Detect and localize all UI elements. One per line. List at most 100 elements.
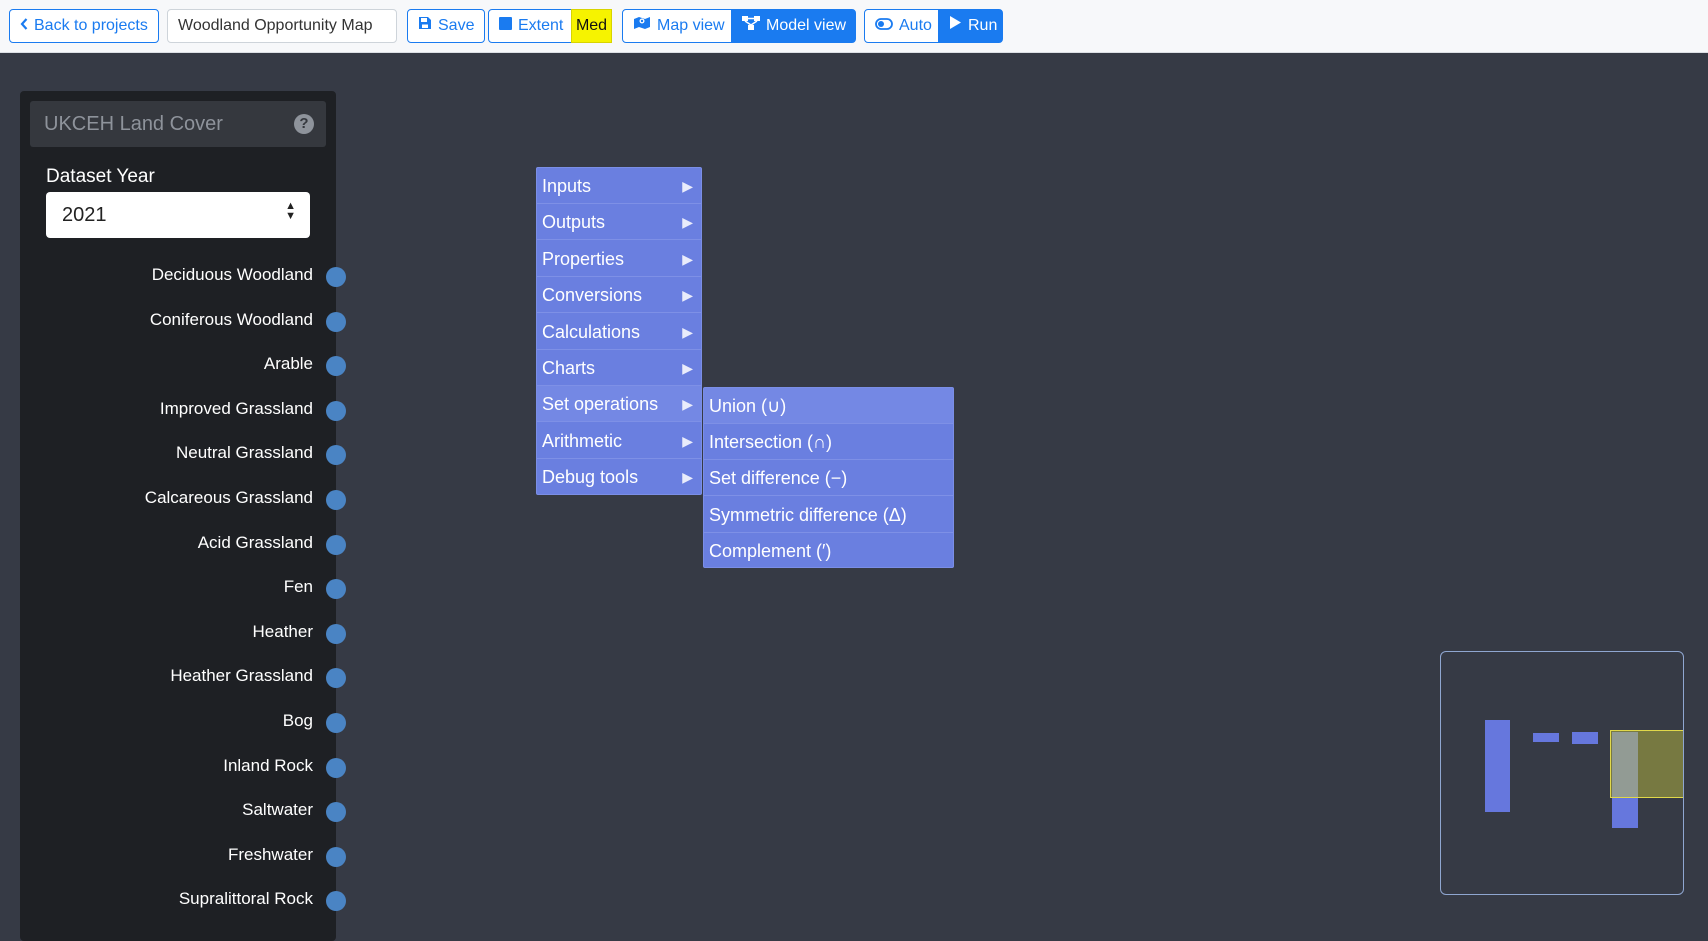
menu-item[interactable]: Charts ▶ <box>537 350 701 386</box>
submenu-item[interactable]: Union (∪) <box>704 388 953 424</box>
output-row: Deciduous Woodland <box>20 263 346 289</box>
save-label: Save <box>438 17 475 34</box>
menu-item[interactable]: Calculations ▶ <box>537 314 701 350</box>
save-button[interactable]: Save <box>407 9 486 43</box>
menu-item[interactable]: Set operations ▶ <box>537 386 701 423</box>
help-icon[interactable]: ? <box>294 114 314 134</box>
project-title-input[interactable] <box>167 9 397 43</box>
menu-item-label: Debug tools <box>542 467 639 488</box>
menu-item[interactable]: Arithmetic ▶ <box>537 423 701 459</box>
output-label: Bog <box>282 711 313 730</box>
submenu-arrow-icon: ▶ <box>682 250 693 267</box>
map-icon <box>633 10 651 42</box>
submenu-item-label: Symmetric difference (Δ) <box>709 504 907 525</box>
toolbar: Back to projects Save Extent Med Map vie… <box>0 0 1708 53</box>
output-row: Calcareous Grassland <box>20 486 346 512</box>
output-socket[interactable] <box>326 802 346 823</box>
dataset-year-label: Dataset Year <box>46 166 155 187</box>
output-label: Coniferous Woodland <box>149 309 313 329</box>
model-view-button[interactable]: Model view <box>731 9 856 43</box>
dataset-year-value: 2021 <box>62 204 107 226</box>
menu-item-label: Properties <box>542 248 625 269</box>
menu-item-label: Outputs <box>542 212 606 233</box>
submenu-arrow-icon: ▶ <box>682 432 693 449</box>
menu-item-label: Arithmetic <box>542 430 623 451</box>
dataset-year-select[interactable]: 2021 ▲ ▼ <box>46 192 310 238</box>
output-label: Supralittoral Rock <box>178 889 313 909</box>
back-to-projects-button[interactable]: Back to projects <box>9 9 159 43</box>
node-title: UKCEH Land Cover <box>44 113 223 135</box>
submenu-item[interactable]: Intersection (∩) <box>704 424 953 461</box>
menu-item-label: Inputs <box>542 176 592 196</box>
output-label: Saltwater <box>242 800 313 820</box>
output-socket[interactable] <box>326 534 346 555</box>
output-row: Inland Rock <box>20 754 346 780</box>
output-socket[interactable] <box>326 891 346 912</box>
menu-item-label: Calculations <box>542 321 641 342</box>
output-socket[interactable] <box>326 445 346 466</box>
menu-item[interactable]: Outputs ▶ <box>537 204 701 241</box>
output-row: Neutral Grassland <box>20 441 346 467</box>
menu-item[interactable]: Inputs ▶ <box>537 168 701 204</box>
output-label: Heather <box>252 621 313 641</box>
submenu-item-label: Union (∪) <box>709 396 787 416</box>
output-row: Bog <box>20 709 346 735</box>
submenu-item[interactable]: Complement (′) <box>704 533 953 569</box>
output-row: Fen <box>20 575 346 601</box>
submenu-arrow-icon: ▶ <box>682 178 693 194</box>
output-row: Saltwater <box>20 798 346 824</box>
land-cover-node[interactable]: UKCEH Land Cover ? Dataset Year 2021 ▲ ▼ … <box>20 91 346 941</box>
back-to-projects-label: Back to projects <box>34 17 148 34</box>
output-row: Supralittoral Rock <box>20 887 346 913</box>
extent-button[interactable]: Extent <box>488 9 572 43</box>
toggle-icon <box>875 10 893 42</box>
output-label: Arable <box>263 354 313 374</box>
output-socket[interactable] <box>326 267 346 287</box>
output-socket[interactable] <box>326 713 346 733</box>
output-socket[interactable] <box>326 311 346 332</box>
output-row: Arable <box>20 352 346 378</box>
auto-label: Auto <box>899 17 932 34</box>
resolution-badge[interactable]: Med <box>571 9 612 43</box>
menu-item[interactable]: Conversions ▶ <box>537 277 701 314</box>
output-row: Coniferous Woodland <box>20 308 346 334</box>
output-label: Calcareous Grassland <box>144 488 313 507</box>
output-label: Freshwater <box>227 844 313 864</box>
output-label: Deciduous Woodland <box>151 265 313 284</box>
submenu-arrow-icon: ▶ <box>682 469 693 486</box>
output-label: Improved Grassland <box>159 398 313 418</box>
submenu-item[interactable]: Symmetric difference (Δ) <box>704 497 953 533</box>
menu-item[interactable]: Properties ▶ <box>537 241 701 277</box>
output-socket[interactable] <box>326 356 346 377</box>
output-row: Heather Grassland <box>20 664 346 690</box>
map-view-button[interactable]: Map view <box>622 9 732 43</box>
minimap[interactable] <box>1440 651 1684 895</box>
output-socket[interactable] <box>326 846 346 867</box>
extent-label: Extent <box>518 17 564 34</box>
output-socket[interactable] <box>326 400 346 421</box>
set-operations-submenu: Union (∪) Intersection (∩) Set difference … <box>703 387 954 568</box>
auto-toggle-button[interactable]: Auto <box>864 9 939 43</box>
output-socket[interactable] <box>326 579 346 600</box>
output-socket[interactable] <box>326 668 346 689</box>
node-header[interactable]: UKCEH Land Cover ? <box>30 101 326 147</box>
submenu-item-label: Complement (′) <box>709 540 832 561</box>
menu-item[interactable]: Debug tools ▶ <box>537 459 701 495</box>
output-socket[interactable] <box>326 757 346 778</box>
output-row: Improved Grassland <box>20 397 346 423</box>
model-view-label: Model view <box>766 17 847 34</box>
submenu-item[interactable]: Set difference (−) <box>704 460 953 497</box>
minimap-viewport[interactable] <box>1610 730 1683 798</box>
output-socket[interactable] <box>326 490 346 510</box>
minimap-node <box>1572 732 1598 744</box>
submenu-arrow-icon: ▶ <box>682 323 693 340</box>
output-row: Acid Grassland <box>20 531 346 557</box>
submenu-item-label: Intersection (∩) <box>709 432 832 453</box>
submenu-item-label: Set difference (−) <box>709 468 848 489</box>
chevron-left-icon <box>20 10 28 42</box>
output-row: Heather <box>20 620 346 646</box>
output-socket[interactable] <box>326 623 346 644</box>
menu-item-label: Conversions <box>542 285 643 306</box>
square-icon <box>499 10 512 42</box>
run-button[interactable]: Run <box>938 9 1003 43</box>
